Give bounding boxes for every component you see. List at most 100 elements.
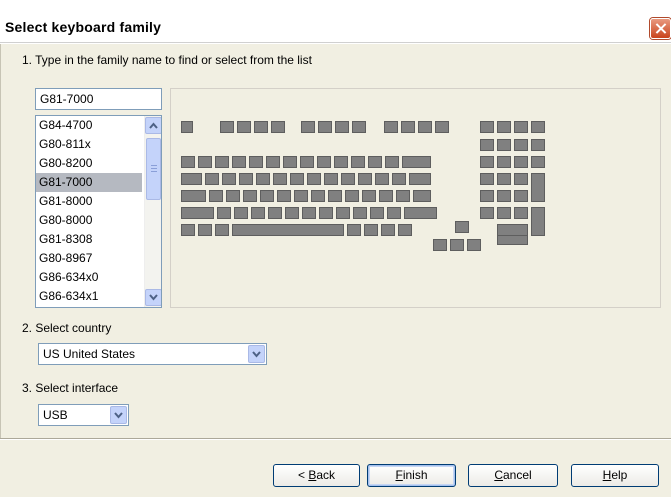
keyboard-key xyxy=(396,190,410,202)
keyboard-key xyxy=(311,190,325,202)
keyboard-key xyxy=(266,156,280,168)
keyboard-key xyxy=(347,224,361,236)
country-select[interactable]: US United States xyxy=(38,343,267,365)
help-button[interactable]: Help xyxy=(571,464,659,487)
keyboard-key xyxy=(352,121,366,133)
keyboard-key xyxy=(385,156,399,168)
keyboard-key xyxy=(353,207,367,219)
family-listbox[interactable]: G84-4700 G80-811x G80-8200 G81-7000 G81-8000… xyxy=(35,115,162,308)
keyboard-layout-preview xyxy=(170,88,661,308)
close-icon[interactable] xyxy=(650,18,671,39)
keyboard-key xyxy=(249,156,263,168)
list-item[interactable]: G80-811x xyxy=(36,135,142,154)
keyboard-key xyxy=(480,190,494,202)
keyboard-key xyxy=(379,190,393,202)
keyboard-key xyxy=(198,156,212,168)
keyboard-key xyxy=(277,190,291,202)
help-label-rest: elp xyxy=(611,468,628,482)
keyboard-key xyxy=(364,224,378,236)
keyboard-key xyxy=(181,156,195,168)
keyboard-key xyxy=(222,173,236,185)
list-item[interactable]: G84-4700 xyxy=(36,116,142,135)
keyboard-key xyxy=(413,190,431,202)
keyboard-key xyxy=(335,121,349,133)
keyboard-key xyxy=(497,139,511,151)
finish-button[interactable]: Finish xyxy=(367,464,456,487)
keyboard-key xyxy=(531,207,545,236)
back-button[interactable]: < Back xyxy=(273,464,360,487)
keyboard-key xyxy=(497,190,511,202)
keyboard-key xyxy=(358,173,372,185)
scroll-up-arrow-icon[interactable] xyxy=(145,117,161,134)
keyboard-key xyxy=(318,121,332,133)
keyboard-key xyxy=(260,190,274,202)
keyboard-key xyxy=(381,224,395,236)
keyboard-key xyxy=(307,173,321,185)
keyboard-key xyxy=(401,121,415,133)
keyboard-key xyxy=(220,121,234,133)
cancel-label-rest: ancel xyxy=(502,468,532,482)
keyboard-key xyxy=(450,239,464,251)
keyboard-key xyxy=(514,207,528,219)
keyboard-key xyxy=(181,224,195,236)
keyboard-key xyxy=(285,207,299,219)
keyboard-key xyxy=(497,121,511,133)
keyboard-key xyxy=(514,156,528,168)
back-prefix: < xyxy=(297,468,309,482)
keyboard-key xyxy=(205,173,219,185)
keyboard-key xyxy=(531,139,545,151)
list-scrollbar[interactable] xyxy=(144,116,161,307)
keyboard-key xyxy=(392,173,406,185)
finish-accesskey: F xyxy=(395,468,403,482)
keyboard-key xyxy=(514,173,528,185)
keyboard-key xyxy=(302,207,316,219)
interface-select-value: USB xyxy=(43,408,68,422)
keyboard-key xyxy=(497,156,511,168)
keyboard-key xyxy=(317,156,331,168)
keyboard-key xyxy=(273,173,287,185)
list-item[interactable]: G80-8000 xyxy=(36,211,142,230)
keyboard-key xyxy=(237,121,251,133)
keyboard-key xyxy=(418,121,432,133)
keyboard-key xyxy=(404,207,437,219)
list-item[interactable]: G81-7000 xyxy=(36,173,142,192)
list-item[interactable]: G86-634x0 xyxy=(36,268,142,287)
keyboard-key xyxy=(345,190,359,202)
keyboard-key xyxy=(181,173,202,185)
chevron-down-icon[interactable] xyxy=(110,406,127,424)
back-label-rest: ack xyxy=(316,468,336,482)
keyboard-key xyxy=(283,156,297,168)
keyboard-key xyxy=(480,156,494,168)
keyboard-key xyxy=(198,224,212,236)
keyboard-key xyxy=(232,224,344,236)
scroll-down-arrow-icon[interactable] xyxy=(145,289,161,306)
keyboard-key xyxy=(480,139,494,151)
list-item[interactable]: G81-8308 xyxy=(36,230,142,249)
keyboard-key xyxy=(215,156,229,168)
interface-select[interactable]: USB xyxy=(38,404,129,426)
keyboard-key xyxy=(402,156,431,168)
step3-label: 3. Select interface xyxy=(22,381,119,395)
list-item[interactable]: G81-8000 xyxy=(36,192,142,211)
cancel-button[interactable]: Cancel xyxy=(468,464,558,487)
list-item[interactable]: G80-8200 xyxy=(36,154,142,173)
keyboard-key xyxy=(328,190,342,202)
keyboard-key xyxy=(341,173,355,185)
keyboard-key xyxy=(301,121,315,133)
keyboard-key xyxy=(232,156,246,168)
list-item[interactable]: G86-634x1 xyxy=(36,287,142,306)
family-search-input[interactable]: G81-7000 xyxy=(35,88,162,110)
title-bar: Select keyboard family xyxy=(0,0,671,43)
chevron-down-icon[interactable] xyxy=(248,345,265,363)
keyboard-key xyxy=(181,121,193,133)
step2-label: 2. Select country xyxy=(22,321,112,335)
keyboard-key xyxy=(467,239,481,251)
scroll-thumb[interactable] xyxy=(146,138,161,200)
keyboard-key xyxy=(368,156,382,168)
list-item[interactable]: G80-8967 xyxy=(36,249,142,268)
keyboard-key xyxy=(531,156,545,168)
keyboard-key xyxy=(324,173,338,185)
keyboard-key xyxy=(243,190,257,202)
cancel-accesskey: C xyxy=(494,468,503,482)
keyboard-key xyxy=(251,207,265,219)
